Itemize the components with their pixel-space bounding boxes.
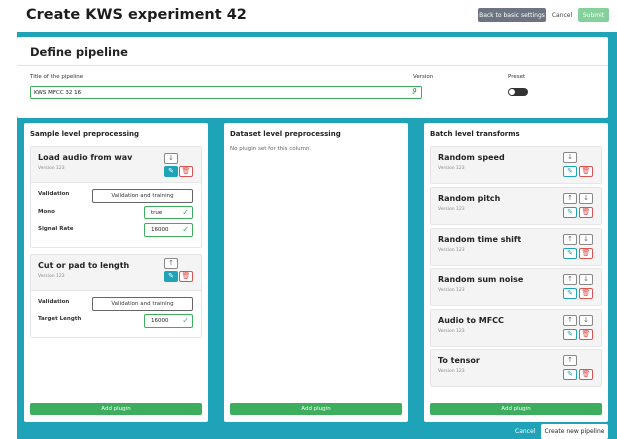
batch-level-title: Batch level transforms xyxy=(430,130,520,138)
plugin-version: Version 123 xyxy=(438,369,465,374)
plugin-card-random-speed: Random speed Version 123 ↓ ✎ 🗑 xyxy=(430,146,602,184)
signal-rate-value: 16000 xyxy=(151,227,169,233)
arrow-down-icon[interactable]: ↓ xyxy=(579,193,593,204)
trash-icon[interactable]: 🗑 xyxy=(579,288,593,299)
plugin-name: Cut or pad to length xyxy=(38,261,130,270)
divider xyxy=(17,65,608,66)
trash-icon[interactable]: 🗑 xyxy=(179,271,193,282)
pencil-icon[interactable]: ✎ xyxy=(164,166,178,177)
pipeline-title-input[interactable]: KWS MFCC 32 16 ✓ xyxy=(30,86,422,99)
pencil-icon[interactable]: ✎ xyxy=(563,248,577,259)
arrow-up-icon[interactable]: ↑ xyxy=(563,234,577,245)
arrow-up-icon[interactable]: ↑ xyxy=(563,274,577,285)
trash-icon[interactable]: 🗑 xyxy=(579,166,593,177)
preset-toggle[interactable] xyxy=(508,88,528,96)
validation-select[interactable]: Validation and training xyxy=(92,297,193,311)
add-plugin-button[interactable]: Add plugin xyxy=(430,403,602,415)
pencil-icon[interactable]: ✎ xyxy=(164,271,178,282)
pipeline-title-value: KWS MFCC 32 16 xyxy=(34,89,82,96)
arrow-down-icon[interactable]: ↓ xyxy=(164,153,178,164)
plugin-version: Version 123 xyxy=(438,329,465,334)
plugin-card-load-audio: Load audio from wav Version 123 ↓ ✎ 🗑 Va… xyxy=(30,146,202,248)
plugin-card-random-sum-noise: Random sum noise Version 123 ↑ ↓ ✎ 🗑 xyxy=(430,268,602,306)
pencil-icon[interactable]: ✎ xyxy=(563,288,577,299)
plugin-settings: Validation Validation and training Targe… xyxy=(31,290,201,337)
plugin-card-random-time-shift: Random time shift Version 123 ↑ ↓ ✎ 🗑 xyxy=(430,228,602,266)
arrow-up-icon[interactable]: ↑ xyxy=(563,315,577,326)
batch-level-column: Batch level transforms Random speed Vers… xyxy=(424,123,608,422)
arrow-up-icon[interactable]: ↑ xyxy=(563,193,577,204)
arrow-down-icon[interactable]: ↓ xyxy=(579,234,593,245)
dataset-level-title: Dataset level preprocessing xyxy=(230,130,341,138)
cancel-button[interactable]: Cancel xyxy=(549,8,575,22)
plugin-card-audio-to-mfcc: Audio to MFCC Version 123 ↑ ↓ ✎ 🗑 xyxy=(430,309,602,347)
pencil-icon[interactable]: ✎ xyxy=(563,166,577,177)
back-to-basic-settings-button[interactable]: Back to basic settings xyxy=(478,8,546,22)
trash-icon[interactable]: 🗑 xyxy=(179,166,193,177)
pencil-icon[interactable]: ✎ xyxy=(563,329,577,340)
arrow-up-icon[interactable]: ↑ xyxy=(563,355,577,366)
plugin-card-random-pitch: Random pitch Version 123 ↑ ↓ ✎ 🗑 xyxy=(430,187,602,225)
check-icon: ✓ xyxy=(182,225,189,234)
plugin-version: Version 123 xyxy=(38,166,65,171)
arrow-up-icon[interactable]: ↑ xyxy=(164,258,178,269)
pipeline-title-label: Title of the pipeline xyxy=(30,74,84,80)
pencil-icon[interactable]: ✎ xyxy=(563,369,577,380)
add-plugin-button[interactable]: Add plugin xyxy=(230,403,402,415)
plugin-name: Random time shift xyxy=(438,235,522,244)
plugin-version: Version 123 xyxy=(438,207,465,212)
arrow-down-icon[interactable]: ↓ xyxy=(579,315,593,326)
page-title: Create KWS experiment 42 xyxy=(26,7,247,23)
define-pipeline-title: Define pipeline xyxy=(30,45,128,59)
empty-message: No plugin set for this column. xyxy=(230,146,312,152)
target-length-input[interactable]: 16000 ✓ xyxy=(144,314,193,328)
plugin-name: Random sum noise xyxy=(438,275,524,284)
plugin-name: Random speed xyxy=(438,153,505,162)
validation-select[interactable]: Validation and training xyxy=(92,189,193,203)
plugin-version: Version 123 xyxy=(438,166,465,171)
plugin-card-to-tensor: To tensor Version 123 ↑ ✎ 🗑 xyxy=(430,349,602,387)
submit-button[interactable]: Submit xyxy=(578,8,609,22)
check-icon: ✓ xyxy=(182,316,189,325)
validation-label: Validation xyxy=(38,299,70,305)
plugin-name: Random pitch xyxy=(438,194,501,203)
validation-label: Validation xyxy=(38,191,70,197)
target-length-label: Target Length xyxy=(38,316,82,322)
version-label: Version xyxy=(413,74,434,80)
plugin-version: Version 123 xyxy=(38,274,65,279)
mono-input[interactable]: true ✓ xyxy=(144,206,193,219)
signal-rate-label: Signal Rate xyxy=(38,226,74,232)
plugin-name: Load audio from wav xyxy=(38,153,133,162)
arrow-down-icon[interactable]: ↓ xyxy=(579,274,593,285)
plugin-version: Version 123 xyxy=(438,248,465,253)
target-length-value: 16000 xyxy=(151,318,169,324)
plugin-settings: Validation Validation and training Mono … xyxy=(31,182,201,247)
mono-label: Mono xyxy=(38,209,55,215)
dataset-level-column: Dataset level preprocessing No plugin se… xyxy=(224,123,408,422)
add-plugin-button[interactable]: Add plugin xyxy=(30,403,202,415)
trash-icon[interactable]: 🗑 xyxy=(579,369,593,380)
create-new-pipeline-button[interactable]: Create new pipeline xyxy=(541,424,608,439)
footer-cancel-button[interactable]: Cancel xyxy=(515,428,535,435)
plugin-version: Version 123 xyxy=(438,288,465,293)
check-icon: ✓ xyxy=(182,207,189,217)
top-bar: Create KWS experiment 42 Back to basic s… xyxy=(0,0,617,32)
toggle-knob xyxy=(509,89,515,95)
signal-rate-input[interactable]: 16000 ✓ xyxy=(144,223,193,237)
sample-level-column: Sample level preprocessing Load audio fr… xyxy=(24,123,208,422)
plugin-name: To tensor xyxy=(438,356,480,365)
mono-value: true xyxy=(151,209,163,216)
define-pipeline-card: Define pipeline Title of the pipeline KW… xyxy=(17,37,608,118)
trash-icon[interactable]: 🗑 xyxy=(579,329,593,340)
plugin-card-cut-or-pad: Cut or pad to length Version 123 ↑ ✎ 🗑 V… xyxy=(30,254,202,338)
arrow-down-icon[interactable]: ↓ xyxy=(563,152,577,163)
pencil-icon[interactable]: ✎ xyxy=(563,207,577,218)
version-value: 0 xyxy=(413,88,417,94)
preset-label: Preset xyxy=(508,74,526,80)
trash-icon[interactable]: 🗑 xyxy=(579,207,593,218)
plugin-name: Audio to MFCC xyxy=(438,316,504,325)
trash-icon[interactable]: 🗑 xyxy=(579,248,593,259)
sample-level-title: Sample level preprocessing xyxy=(30,130,140,138)
